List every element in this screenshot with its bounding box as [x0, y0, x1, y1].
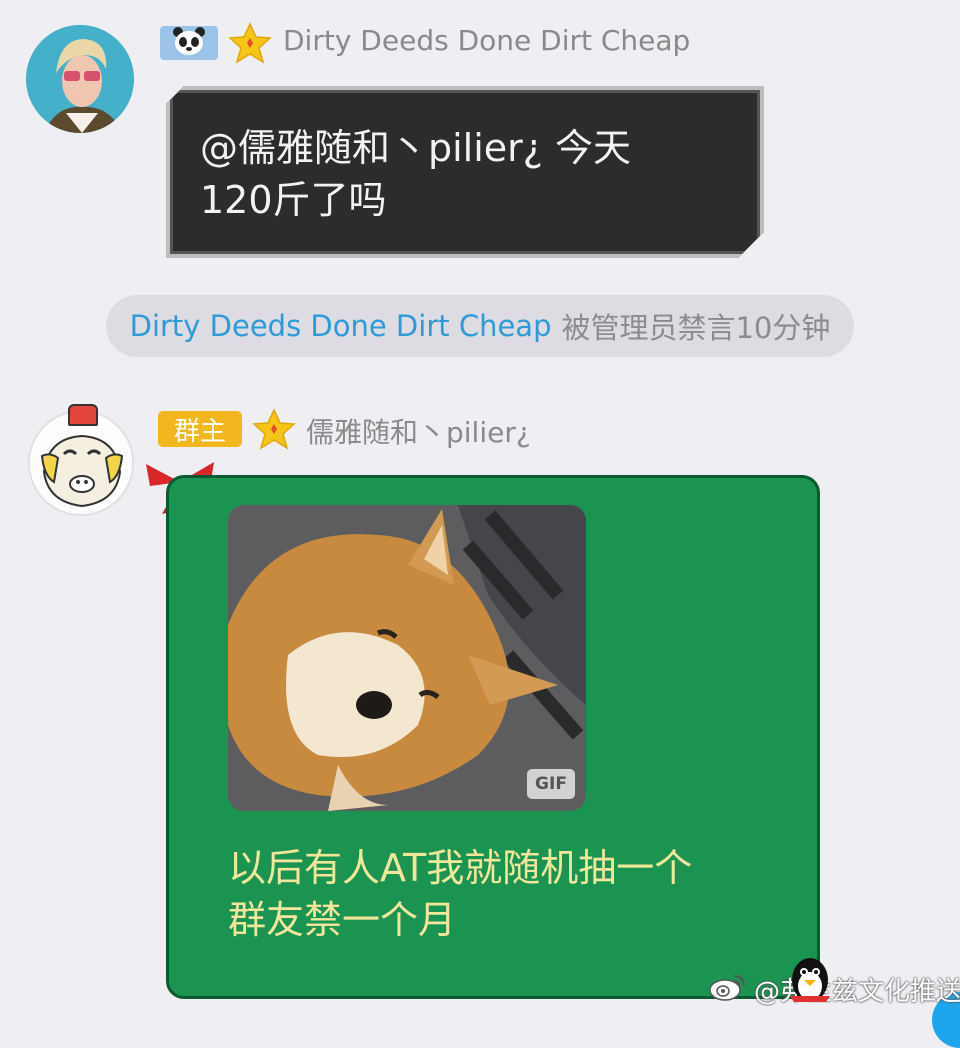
message-text-line: 120斤了吗: [200, 178, 387, 222]
sender-avatar[interactable]: [26, 25, 134, 133]
message-text-line: 群友禁一个月: [228, 898, 457, 942]
gif-label: GIF: [527, 769, 575, 799]
avatar-hat: [68, 404, 98, 426]
sender-name[interactable]: Dirty Deeds Done Dirt Cheap: [283, 24, 690, 57]
message-text: 以后有人AT我就随机抽一个 群友禁一个月: [228, 842, 768, 946]
star-icon: [228, 22, 272, 68]
message-text-line: 以后有人AT我就随机抽一个: [228, 846, 693, 890]
penguin-icon: [780, 950, 840, 1014]
panda-badge: [160, 26, 218, 60]
star-icon: [252, 408, 296, 454]
system-notice: Dirty Deeds Done Dirt Cheap 被管理员禁言10分钟: [106, 295, 854, 357]
owner-badge: 群主: [158, 411, 242, 447]
panda-icon: [172, 26, 206, 60]
message-text: @儒雅随和丶pilier¿ 今天 120斤了吗: [200, 122, 720, 226]
gif-image[interactable]: [228, 505, 586, 811]
notice-action: 被管理员禁言10分钟: [561, 311, 831, 345]
message-text-line: @儒雅随和丶pilier¿ 今天: [200, 126, 632, 170]
sender-name[interactable]: 儒雅随和丶pilier¿: [306, 411, 531, 451]
weibo-icon: [708, 970, 748, 1009]
notice-user-link[interactable]: Dirty Deeds Done Dirt Cheap: [130, 309, 552, 343]
